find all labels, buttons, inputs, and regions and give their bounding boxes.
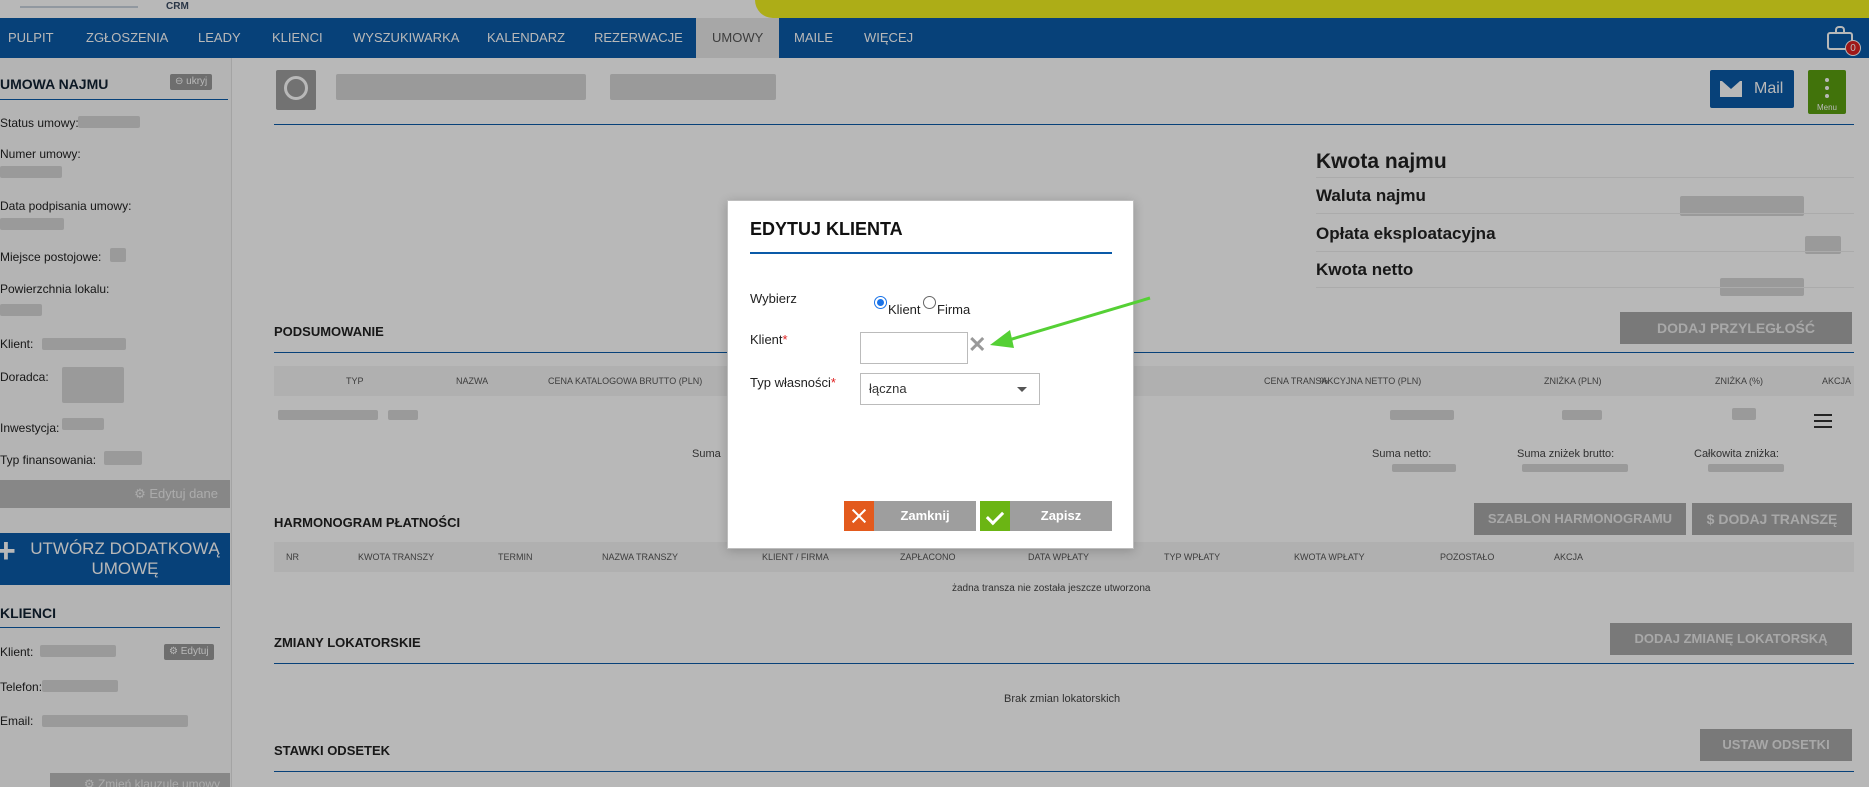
chevron-down-icon: [1017, 387, 1027, 392]
save-button-label: Zapisz: [1040, 508, 1082, 523]
close-button-label: Zamknij: [900, 508, 950, 523]
close-button[interactable]: Zamknij: [844, 501, 976, 531]
required-mark: *: [782, 332, 788, 347]
client-label: Klient*: [750, 332, 788, 347]
check-icon: [980, 501, 1010, 531]
client-label-text: Klient: [750, 332, 783, 347]
save-button[interactable]: Zapisz: [980, 501, 1112, 531]
client-input[interactable]: [860, 332, 968, 364]
dialog-divider: [750, 252, 1112, 254]
radio-klient[interactable]: [874, 296, 887, 309]
edit-client-dialog: EDYTUJ KLIENTA Wybierz Klient Firma Klie…: [727, 200, 1134, 549]
ownership-select[interactable]: łączna: [860, 373, 1040, 405]
choose-label: Wybierz: [750, 291, 797, 306]
radio-firma-label[interactable]: Firma: [937, 302, 970, 317]
ownership-label-text: Typ własności: [750, 375, 831, 390]
radio-firma[interactable]: [923, 296, 936, 309]
ownership-select-value: łączna: [869, 381, 907, 396]
ownership-label: Typ własności*: [750, 375, 836, 390]
close-icon: [844, 501, 874, 531]
required-mark: *: [830, 375, 836, 390]
radio-klient-label[interactable]: Klient: [888, 302, 921, 317]
dialog-title: EDYTUJ KLIENTA: [750, 219, 903, 239]
annotation-arrow-icon: [990, 296, 1151, 348]
